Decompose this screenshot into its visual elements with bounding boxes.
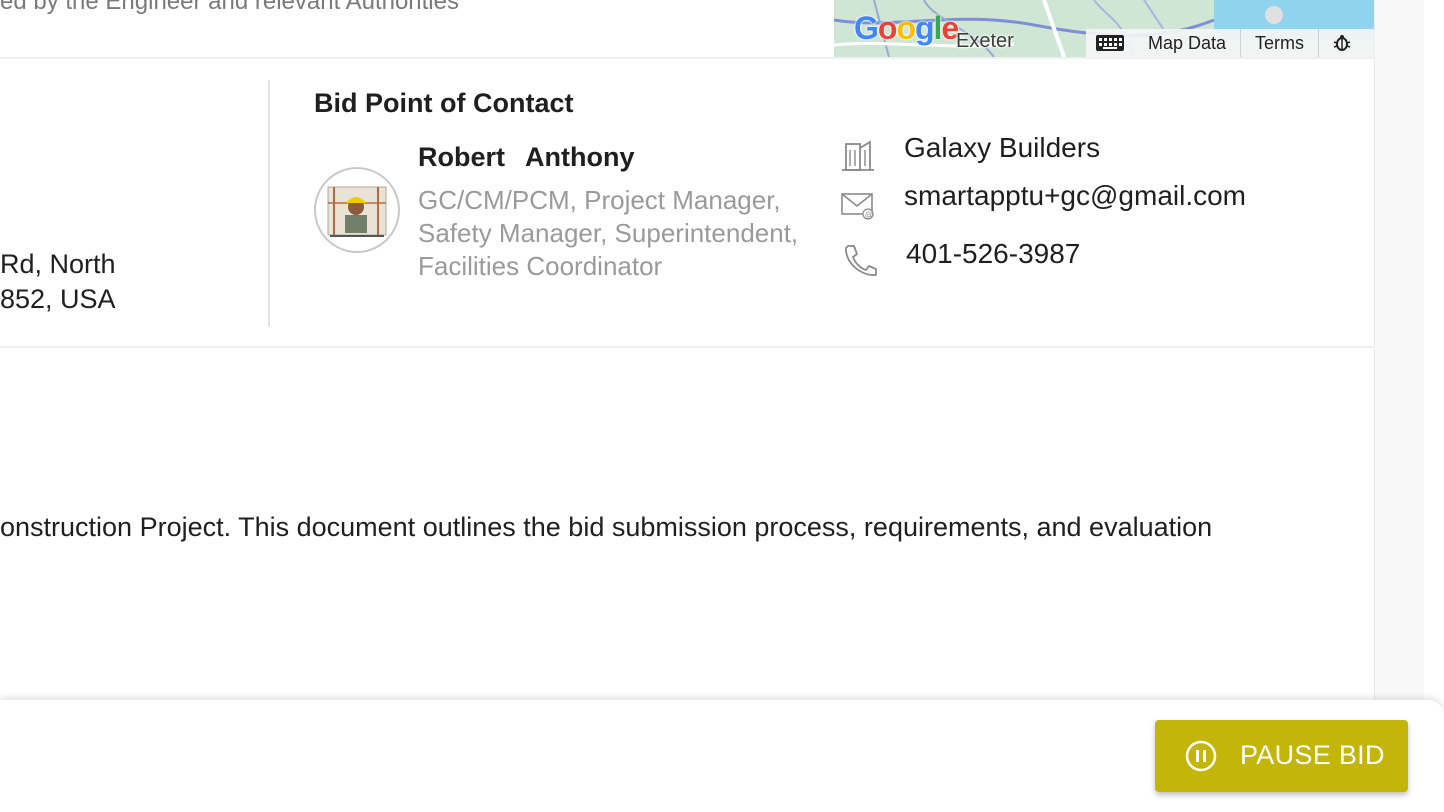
address-line-2: 852, USA (0, 284, 116, 314)
address-line-1: Rd, North (0, 249, 116, 279)
project-description: onstruction Project. This document outli… (0, 512, 1213, 542)
map-data-link[interactable]: Map Data (1134, 29, 1242, 57)
contact-role-line: GC/CM/PCM, Project Manager, (418, 185, 781, 215)
contact-role-line: Facilities Coordinator (418, 251, 663, 281)
svg-text:@: @ (865, 210, 873, 219)
vertical-divider (268, 80, 270, 327)
map-attribution-bar: Map Data Terms (1086, 29, 1374, 57)
right-gutter (1375, 0, 1444, 812)
google-logo: Google (854, 10, 959, 46)
map-terms-link[interactable]: Terms (1241, 29, 1320, 57)
keyboard-icon[interactable] (1086, 34, 1134, 52)
email-link[interactable]: smartapptu+gc@gmail.com (904, 180, 1246, 212)
contact-roles: GC/CM/PCM, Project Manager, Safety Manag… (418, 184, 838, 283)
contact-heading: Bid Point of Contact (314, 88, 574, 118)
company-name: Galaxy Builders (904, 132, 1101, 163)
phone-number[interactable]: 401-526-3987 (906, 238, 1080, 270)
map-city-label: Exeter (956, 30, 1014, 52)
phone-icon (840, 242, 878, 283)
building-icon (840, 136, 876, 177)
pause-bid-button[interactable]: PAUSE BID (1155, 720, 1408, 792)
bug-icon[interactable] (1319, 34, 1365, 52)
avatar (314, 167, 400, 253)
bid-details-card: ed by the Engineer and relevant Authorit… (0, 0, 1375, 812)
email-icon: @ (840, 192, 876, 225)
pause-circle-icon (1185, 740, 1217, 775)
pause-bid-label: PAUSE BID (1240, 740, 1385, 770)
contact-role-line: Safety Manager, Superintendent, (418, 218, 799, 248)
contact-last-name: Anthony (525, 142, 635, 172)
scrollbar-track[interactable] (1424, 0, 1444, 812)
location-map[interactable]: Google Exeter Map Data Terms (834, 0, 1374, 57)
section-divider-top (0, 57, 1374, 59)
contact-first-name: Robert (418, 142, 505, 172)
section-divider-bottom (0, 346, 1374, 348)
project-address: Rd, North 852, USA (0, 247, 116, 317)
contact-name: Robert Anthony (418, 142, 634, 173)
scope-snippet: ed by the Engineer and relevant Authorit… (0, 0, 459, 15)
